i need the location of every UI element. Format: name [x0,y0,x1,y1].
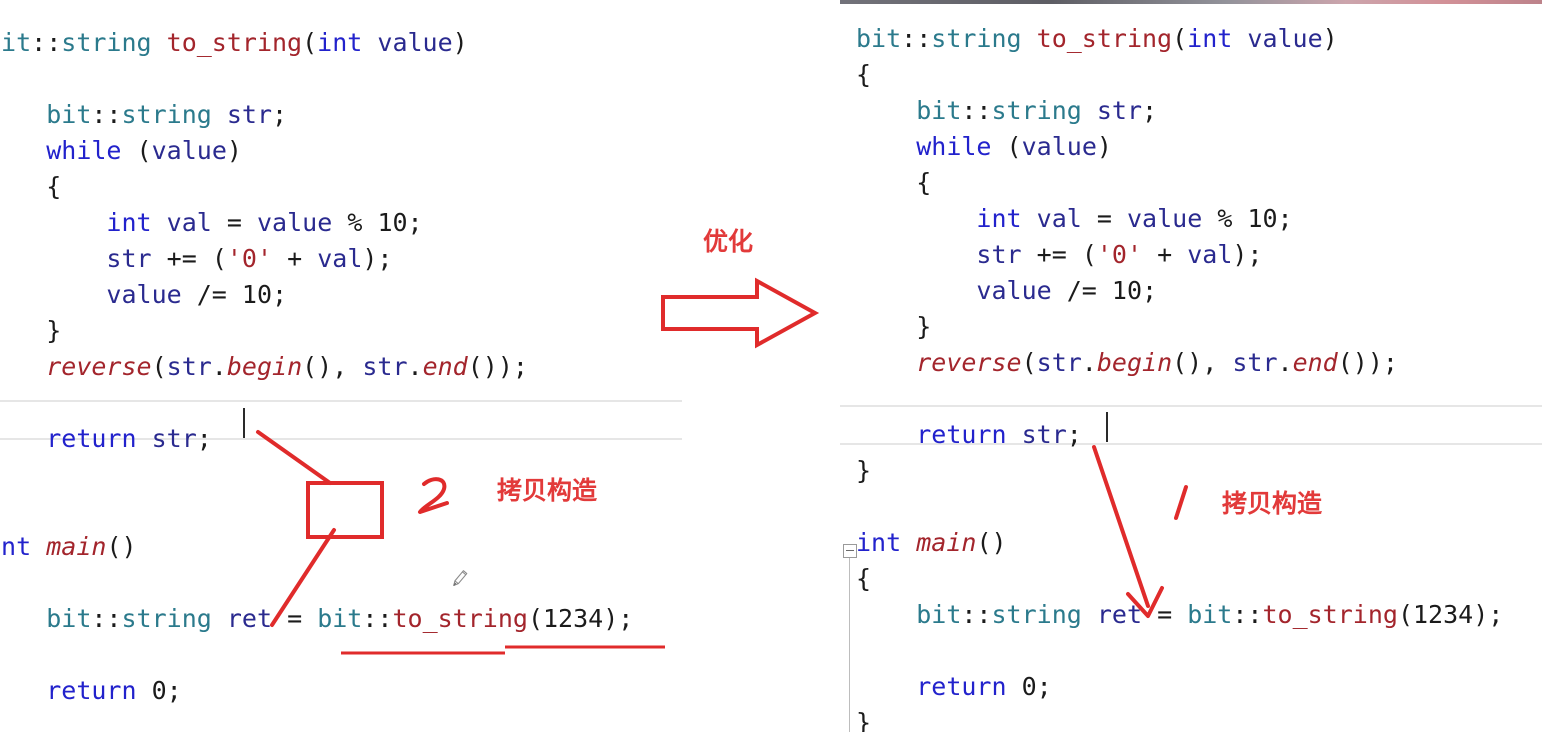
text-caret-right [1106,412,1108,442]
optimization-arrow-icon [661,277,820,349]
text-caret-left [243,408,245,438]
optimization-label: 优化 [703,227,754,256]
screenshot-canvas: bit::string to_string(int value) { bit::… [0,0,1542,732]
right-copy-construct-label: 拷贝构造 [1222,489,1323,518]
left-red-highlight-box [306,481,384,539]
pencil-cursor-icon [453,570,468,586]
outline-collapse-icon[interactable] [843,544,857,558]
before-optimization-editor[interactable]: bit::string to_string(int value) { bit::… [0,0,682,732]
left-copy-construct-label: 拷贝构造 [497,476,598,505]
code-block-left[interactable]: bit::string to_string(int value) { bit::… [0,25,633,732]
indent-guide-line [849,558,850,732]
code-block-right[interactable]: bit::string to_string(int value) { bit::… [856,21,1503,732]
window-chrome-strip [840,0,1542,4]
